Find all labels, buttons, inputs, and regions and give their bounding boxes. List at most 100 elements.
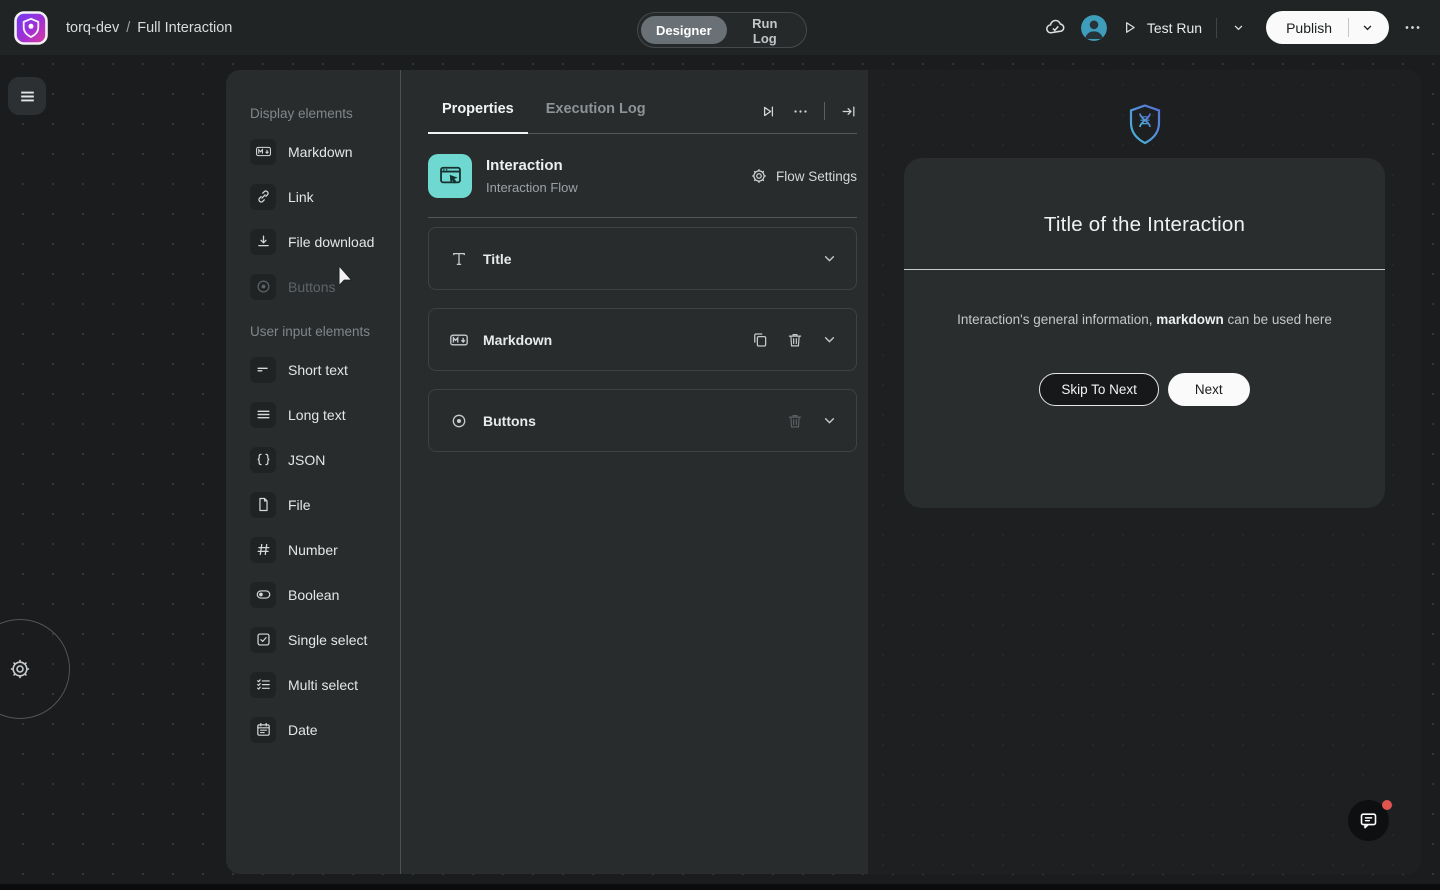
panel-more-options-icon[interactable] [792, 103, 809, 120]
gear-icon [750, 167, 768, 185]
tab-run-log[interactable]: Run Log [727, 16, 803, 44]
topbar: torq-dev / Full Interaction Designer Run… [0, 0, 1440, 55]
element-item-boolean[interactable]: Boolean [226, 572, 400, 617]
more-options-icon[interactable] [1403, 18, 1422, 37]
test-run-label: Test Run [1147, 20, 1202, 36]
element-label: Long text [288, 407, 346, 423]
section-title[interactable]: Title [428, 227, 857, 290]
tab-properties[interactable]: Properties [428, 98, 528, 134]
publish-options-chevron-icon[interactable] [1349, 20, 1389, 35]
breadcrumb: torq-dev / Full Interaction [66, 20, 232, 36]
element-label: JSON [288, 452, 325, 468]
preview-body: Interaction's general information, markd… [904, 312, 1385, 327]
date-icon [250, 717, 276, 743]
element-label: Single select [288, 632, 367, 648]
buttons-icon [447, 412, 471, 430]
element-label: Buttons [288, 279, 335, 295]
preview-body-text: Interaction's general information, [957, 312, 1156, 327]
delete-icon-disabled [786, 412, 804, 430]
element-label: Link [288, 189, 314, 205]
publish-label[interactable]: Publish [1266, 20, 1348, 36]
multi-select-icon [250, 672, 276, 698]
publish-split-button[interactable]: Publish [1266, 11, 1389, 44]
node-header: Interaction Interaction Flow Flow Settin… [428, 154, 857, 218]
element-item-markdown[interactable]: Markdown [226, 129, 400, 174]
tab-designer[interactable]: Designer [641, 16, 727, 44]
preview-divider [904, 269, 1385, 270]
play-icon [1121, 19, 1138, 36]
skip-to-end-icon[interactable] [760, 103, 777, 120]
element-item-multi-select[interactable]: Multi select [226, 662, 400, 707]
number-icon [250, 537, 276, 563]
json-icon [250, 447, 276, 473]
element-label: File [288, 497, 311, 513]
section-buttons[interactable]: Buttons [428, 389, 857, 452]
shield-dna-logo-icon [1125, 103, 1165, 147]
notification-dot [1382, 800, 1392, 810]
properties-panel: Properties Execution Log [401, 70, 868, 874]
interaction-preview-card: Title of the Interaction Interaction's g… [904, 158, 1385, 508]
chevron-down-icon[interactable] [821, 412, 838, 429]
element-item-file[interactable]: File [226, 482, 400, 527]
properties-tabs: Properties Execution Log [428, 98, 857, 134]
delete-icon[interactable] [786, 331, 804, 349]
section-label: Markdown [483, 332, 552, 348]
divider [1216, 18, 1217, 38]
next-button[interactable]: Next [1168, 373, 1250, 406]
cloud-sync-icon[interactable] [1044, 16, 1067, 39]
node-title: Interaction [486, 157, 578, 174]
file-icon [250, 492, 276, 518]
element-label: Boolean [288, 587, 339, 603]
elements-panel: Display elements Markdown [226, 70, 400, 874]
divider [824, 102, 825, 120]
test-run-button[interactable]: Test Run [1121, 19, 1202, 36]
element-item-short-text[interactable]: Short text [226, 347, 400, 392]
copy-icon[interactable] [751, 331, 769, 349]
section-label: Buttons [483, 413, 536, 429]
section-markdown[interactable]: Markdown [428, 308, 857, 371]
chevron-down-icon[interactable] [821, 331, 838, 348]
element-label: Number [288, 542, 338, 558]
element-label: Date [288, 722, 318, 738]
chevron-down-icon[interactable] [821, 250, 838, 267]
chat-bubble-icon [1358, 810, 1379, 831]
element-item-json[interactable]: JSON [226, 437, 400, 482]
node-subtitle: Interaction Flow [486, 180, 578, 195]
breadcrumb-separator: / [126, 20, 130, 36]
single-select-icon [250, 627, 276, 653]
canvas: Display elements Markdown [0, 55, 1440, 884]
element-item-file-download[interactable]: File download [226, 219, 400, 264]
title-icon [447, 250, 471, 268]
element-item-link[interactable]: Link [226, 174, 400, 219]
preview-body-text: can be used here [1224, 312, 1332, 327]
skip-to-next-button[interactable]: Skip To Next [1039, 373, 1159, 406]
menu-button[interactable] [8, 77, 46, 115]
breadcrumb-page: Full Interaction [137, 20, 232, 36]
elements-section-title: Display elements [226, 104, 400, 124]
flow-settings-button[interactable]: Flow Settings [750, 167, 857, 185]
preview-title: Title of the Interaction [904, 213, 1385, 237]
element-item-long-text[interactable]: Long text [226, 392, 400, 437]
markdown-icon [250, 139, 276, 165]
test-run-options-chevron-icon[interactable] [1231, 20, 1246, 35]
collapse-panel-icon[interactable] [840, 103, 857, 120]
element-item-single-select[interactable]: Single select [226, 617, 400, 662]
element-label: Multi select [288, 677, 358, 693]
flow-settings-label: Flow Settings [776, 169, 857, 184]
element-item-buttons: Buttons [226, 264, 400, 309]
file-download-icon [250, 229, 276, 255]
mode-toggle: Designer Run Log [637, 12, 807, 48]
breadcrumb-workspace[interactable]: torq-dev [66, 20, 119, 36]
avatar[interactable] [1081, 15, 1107, 41]
canvas-settings-button[interactable] [8, 657, 32, 681]
element-item-date[interactable]: Date [226, 707, 400, 752]
preview-body-bold: markdown [1156, 312, 1224, 327]
preview-panel: Title of the Interaction Interaction's g… [868, 70, 1421, 874]
section-label: Title [483, 251, 512, 267]
element-item-number[interactable]: Number [226, 527, 400, 572]
bottom-edge [0, 884, 1440, 890]
tab-execution-log[interactable]: Execution Log [532, 98, 660, 134]
interaction-node-icon [428, 154, 472, 198]
boolean-icon [250, 582, 276, 608]
torq-logo-icon[interactable] [14, 11, 48, 45]
